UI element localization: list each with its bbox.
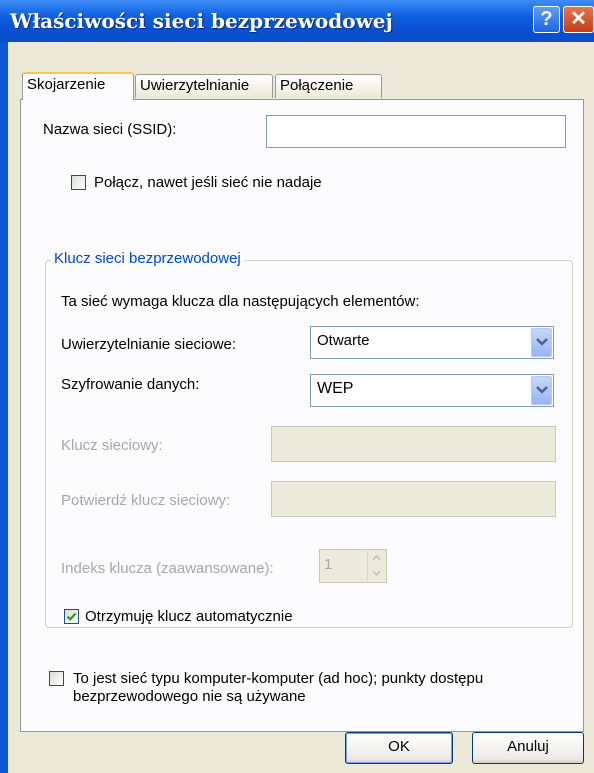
spin-down-button[interactable] (368, 566, 385, 580)
ssid-input[interactable] (266, 115, 566, 148)
help-button[interactable]: ? (533, 6, 560, 33)
tab-panel-association: Nazwa sieci (SSID): Połącz, nawet jeśli … (20, 99, 584, 732)
connect-even-if-not-broadcasting-checkbox[interactable] (71, 175, 86, 190)
adhoc-network-checkbox[interactable] (49, 671, 64, 686)
chevron-up-icon (372, 554, 381, 561)
title-bar[interactable]: Właściwości sieci bezprzewodowej ? ✕ (0, 0, 594, 42)
key-index-label: Indeks klucza (zaawansowane): (61, 560, 274, 577)
wireless-key-group-title: Klucz sieci bezprzewodowej (51, 250, 244, 267)
tab-uwierzytelnianie[interactable]: Uwierzytelnianie (135, 74, 273, 98)
key-provided-automatically-label[interactable]: Otrzymuję klucz automatycznie (85, 608, 293, 625)
data-encryption-value: WEP (317, 380, 354, 397)
spin-up-button[interactable] (368, 551, 385, 565)
chevron-down-icon (536, 386, 548, 394)
key-required-text: Ta sieć wymaga klucza dla następujących … (61, 293, 420, 310)
check-mark-icon (66, 612, 77, 621)
key-index-spin-buttons (367, 551, 385, 581)
data-encryption-label: Szyfrowanie danych: (61, 376, 200, 393)
connect-even-if-not-broadcasting-label[interactable]: Połącz, nawet jeśli sieć nie nadaje (94, 174, 322, 191)
ssid-label: Nazwa sieci (SSID): (43, 121, 177, 138)
cancel-button[interactable]: Anuluj (472, 732, 584, 764)
adhoc-network-label-line1[interactable]: To jest sieć typu komputer-komputer (ad … (73, 670, 483, 687)
network-key-input[interactable] (271, 426, 556, 462)
chevron-down-icon (372, 570, 381, 577)
tab-polaczenie[interactable]: Połączenie (275, 74, 382, 98)
network-auth-dropdown-button[interactable] (531, 328, 552, 357)
confirm-network-key-input[interactable] (271, 481, 556, 517)
network-auth-value: Otwarte (317, 332, 370, 349)
confirm-network-key-label: Potwierdź klucz sieciowy: (61, 492, 231, 509)
tab-skojarzenie[interactable]: Skojarzenie (22, 72, 134, 100)
help-icon: ? (540, 8, 553, 30)
network-key-label: Klucz sieciowy: (61, 437, 163, 454)
data-encryption-select[interactable]: WEP (310, 374, 554, 407)
window-title: Właściwości sieci bezprzewodowej (10, 9, 393, 33)
key-index-spinner[interactable]: 1 (319, 549, 387, 583)
adhoc-network-label-line2[interactable]: bezprzewodowego nie są używane (73, 688, 306, 705)
data-encryption-dropdown-button[interactable] (531, 376, 552, 405)
chevron-down-icon (536, 338, 548, 346)
network-auth-select[interactable]: Otwarte (310, 326, 554, 359)
key-provided-automatically-checkbox[interactable] (64, 609, 79, 624)
close-icon: ✕ (570, 8, 587, 30)
close-button[interactable]: ✕ (563, 6, 594, 33)
dialog-client-area: Skojarzenie Uwierzytelnianie Połączenie … (8, 42, 594, 773)
network-auth-label: Uwierzytelnianie sieciowe: (61, 336, 237, 353)
dialog-window: Właściwości sieci bezprzewodowej ? ✕ Sko… (0, 0, 594, 773)
key-index-value: 1 (324, 556, 333, 573)
ok-button[interactable]: OK (345, 732, 453, 764)
